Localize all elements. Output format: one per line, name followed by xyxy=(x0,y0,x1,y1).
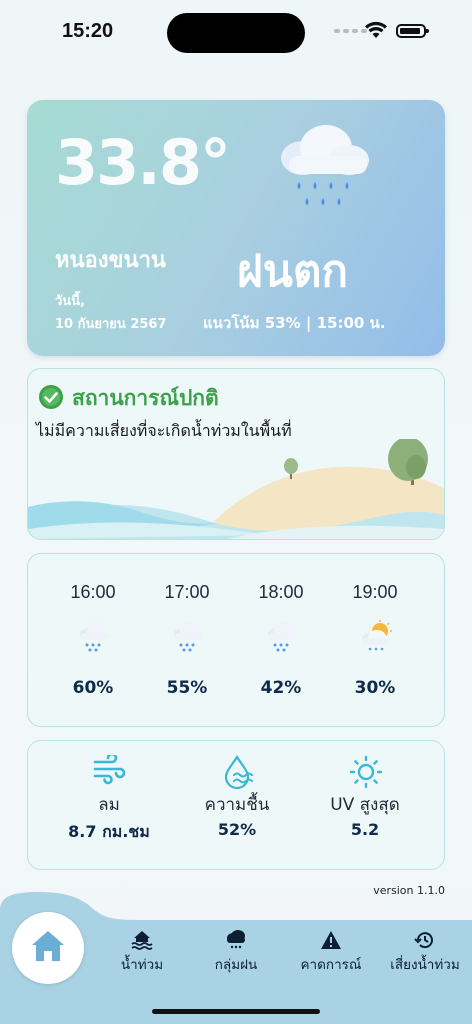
flood-icon xyxy=(131,931,153,950)
nav-label-flood: น้ำท่วม xyxy=(120,957,164,973)
wifi-icon xyxy=(365,21,387,38)
cellular-signal-icon xyxy=(334,29,367,33)
hourly-rain-chance: 42% xyxy=(260,678,302,698)
current-temperature: 33.8° xyxy=(55,126,231,199)
humidity-icon xyxy=(224,755,253,789)
rain-cloud-icon xyxy=(281,125,369,205)
wind-label: ลม xyxy=(98,795,120,815)
nav-label-flood-risk: เสี่ยงน้ำท่วม xyxy=(390,957,460,973)
hourly-time: 16:00 xyxy=(70,582,116,602)
weather-condition: ฝนตก xyxy=(237,246,349,297)
weather-details-card: ลม 8.7 กม.ชม ความชื้น 52% UV สูงสุด 5.2 xyxy=(27,740,445,870)
status-bar: 15:20 xyxy=(0,0,472,64)
home-indicator[interactable] xyxy=(152,1009,320,1014)
hourly-rain-chance: 55% xyxy=(166,678,208,698)
rain-cloud-icon xyxy=(268,622,297,652)
home-icon xyxy=(32,931,64,961)
flood-status-card[interactable]: สถานการณ์ปกติ ไม่มีความเสี่ยงที่จะเกิดน้… xyxy=(27,368,445,540)
flood-status-title: สถานการณ์ปกติ xyxy=(72,386,219,410)
hourly-rain-chance: 60% xyxy=(72,678,114,698)
humidity-label: ความชื้น xyxy=(204,795,270,815)
rain-cloud-icon xyxy=(174,622,203,652)
nav-label-rain-cloud: กลุ่มฝน xyxy=(214,957,258,973)
rain-cloud-icon xyxy=(227,930,245,949)
landscape-illustration xyxy=(28,439,444,539)
rain-cloud-icon xyxy=(80,622,109,652)
nav-item-flood[interactable]: น้ำท่วม xyxy=(112,930,172,975)
nav-item-forecast[interactable]: คาดการณ์ xyxy=(293,930,369,975)
check-circle-icon xyxy=(39,385,63,409)
uv-value: 5.2 xyxy=(350,820,380,839)
location-name[interactable]: หนองขนาน xyxy=(55,242,166,277)
wind-value: 8.7 กม.ชม xyxy=(68,822,150,841)
hourly-time: 19:00 xyxy=(352,582,398,602)
hourly-time: 17:00 xyxy=(164,582,210,602)
home-button[interactable] xyxy=(12,912,84,984)
nav-item-flood-risk[interactable]: เสี่ยงน้ำท่วม xyxy=(382,930,468,975)
sun-rain-cloud-icon xyxy=(362,620,392,651)
hourly-time: 18:00 xyxy=(258,582,304,602)
wind-icon xyxy=(93,755,126,785)
rain-trend: แนวโน้ม 53% | 15:00 น. xyxy=(203,314,386,332)
uv-label: UV สูงสุด xyxy=(330,795,400,815)
current-weather-card: 33.8° หนองขนาน วันนี้, 10 กันยายน 2567 ฝ… xyxy=(27,100,445,356)
warning-icon xyxy=(321,931,341,949)
hourly-rain-chance: 30% xyxy=(354,678,396,698)
history-icon xyxy=(414,932,433,949)
current-date: 10 กันยายน 2567 xyxy=(55,317,167,332)
nav-label-forecast: คาดการณ์ xyxy=(300,957,362,973)
dynamic-island xyxy=(167,13,305,53)
date-label: วันนี้, xyxy=(55,294,86,309)
sun-icon xyxy=(349,755,383,789)
battery-icon xyxy=(396,24,429,38)
nav-item-rain-cloud[interactable]: กลุ่มฝน xyxy=(205,930,267,975)
status-time: 15:20 xyxy=(62,20,114,42)
humidity-value: 52% xyxy=(217,820,257,839)
hourly-forecast-card[interactable]: 16:00 60% 17:00 55% 18:00 42% 19:00 30% xyxy=(27,553,445,727)
